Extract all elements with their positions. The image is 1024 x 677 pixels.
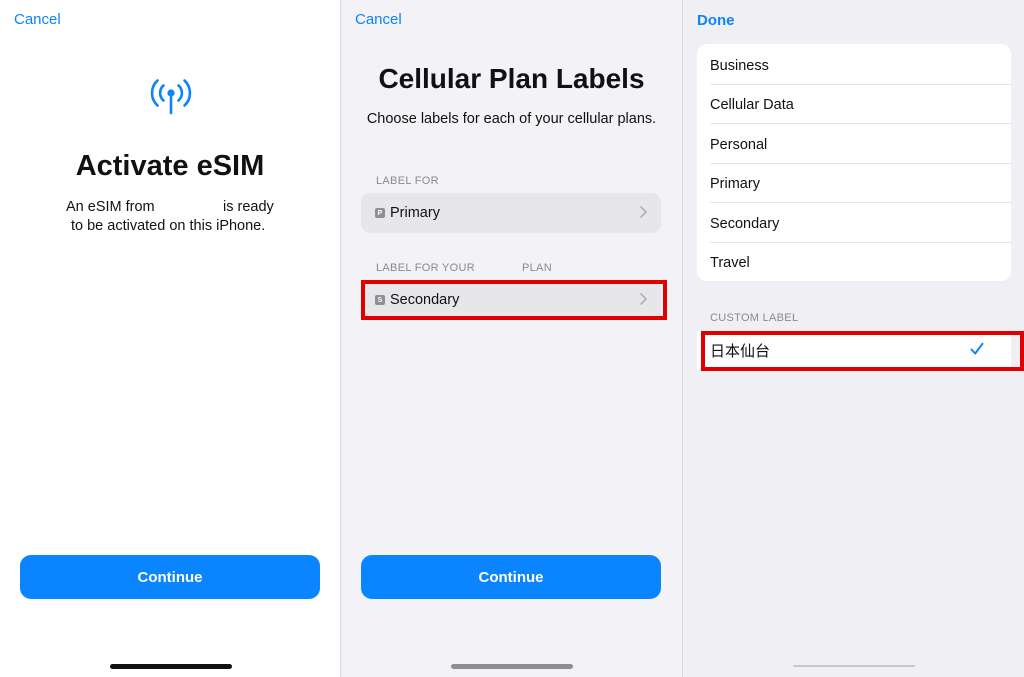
cancel-button[interactable]: Cancel: [355, 11, 402, 28]
option-personal[interactable]: Personal: [697, 125, 1011, 165]
description-text-part1: An eSIM from: [66, 199, 155, 215]
option-label: Personal: [710, 136, 768, 153]
label-row-secondary[interactable]: S Secondary: [361, 280, 661, 320]
label-options-list: Business Cellular Data Personal Primary …: [697, 44, 1011, 281]
option-label: Secondary: [710, 215, 780, 232]
label-picker-screen: Done Business Cellular Data Personal Pri…: [683, 0, 1024, 677]
home-indicator[interactable]: [793, 665, 915, 667]
option-label: Travel: [710, 254, 750, 271]
page-title: Activate eSIM: [75, 150, 265, 182]
description-text-part2: is ready: [223, 199, 274, 215]
row-label: Secondary: [390, 292, 460, 308]
option-label: Cellular Data: [710, 96, 794, 113]
page-subtitle: Choose labels for each of your cellular …: [366, 111, 657, 127]
option-secondary[interactable]: Secondary: [697, 204, 1011, 244]
list-divider: [710, 202, 1011, 203]
option-cellular-data[interactable]: Cellular Data: [697, 85, 1011, 125]
chevron-right-icon: [640, 206, 647, 218]
section-header-plan: PLAN: [522, 262, 552, 274]
list-divider: [710, 123, 1011, 124]
custom-label-row[interactable]: 日本仙台: [697, 331, 1011, 369]
sim-badge-icon: P: [375, 208, 385, 218]
label-row-primary[interactable]: P Primary: [361, 193, 661, 233]
description-text-line2: to be activated on this iPhone.: [71, 218, 266, 234]
antenna-radiowaves-icon: [150, 79, 192, 115]
section-header-custom-label: CUSTOM LABEL: [710, 312, 799, 324]
chevron-right-icon: [640, 293, 647, 305]
option-label: Business: [710, 57, 769, 74]
home-indicator[interactable]: [110, 664, 232, 669]
checkmark-icon: [970, 342, 984, 355]
screens: Cancel Activate eSIM An eSIM from is rea…: [0, 0, 1024, 677]
custom-label-value: 日本仙台: [710, 342, 771, 360]
section-header-label-for-your: LABEL FOR YOUR: [376, 262, 475, 274]
cancel-button[interactable]: Cancel: [14, 11, 61, 28]
sim-badge-icon: S: [375, 295, 385, 305]
continue-button[interactable]: Continue: [20, 555, 320, 599]
section-header-label-for: LABEL FOR: [376, 175, 439, 187]
done-button[interactable]: Done: [697, 12, 735, 29]
option-travel[interactable]: Travel: [697, 243, 1011, 281]
row-label: Primary: [390, 205, 440, 221]
page-title: Cellular Plan Labels: [378, 63, 645, 94]
option-business[interactable]: Business: [697, 46, 1011, 86]
activate-esim-screen: Cancel Activate eSIM An eSIM from is rea…: [0, 0, 340, 677]
home-indicator[interactable]: [451, 664, 573, 669]
continue-button[interactable]: Continue: [361, 555, 661, 599]
option-primary[interactable]: Primary: [697, 164, 1011, 204]
cellular-plan-labels-screen: Cancel Cellular Plan Labels Choose label…: [341, 0, 682, 677]
option-label: Primary: [710, 175, 760, 192]
